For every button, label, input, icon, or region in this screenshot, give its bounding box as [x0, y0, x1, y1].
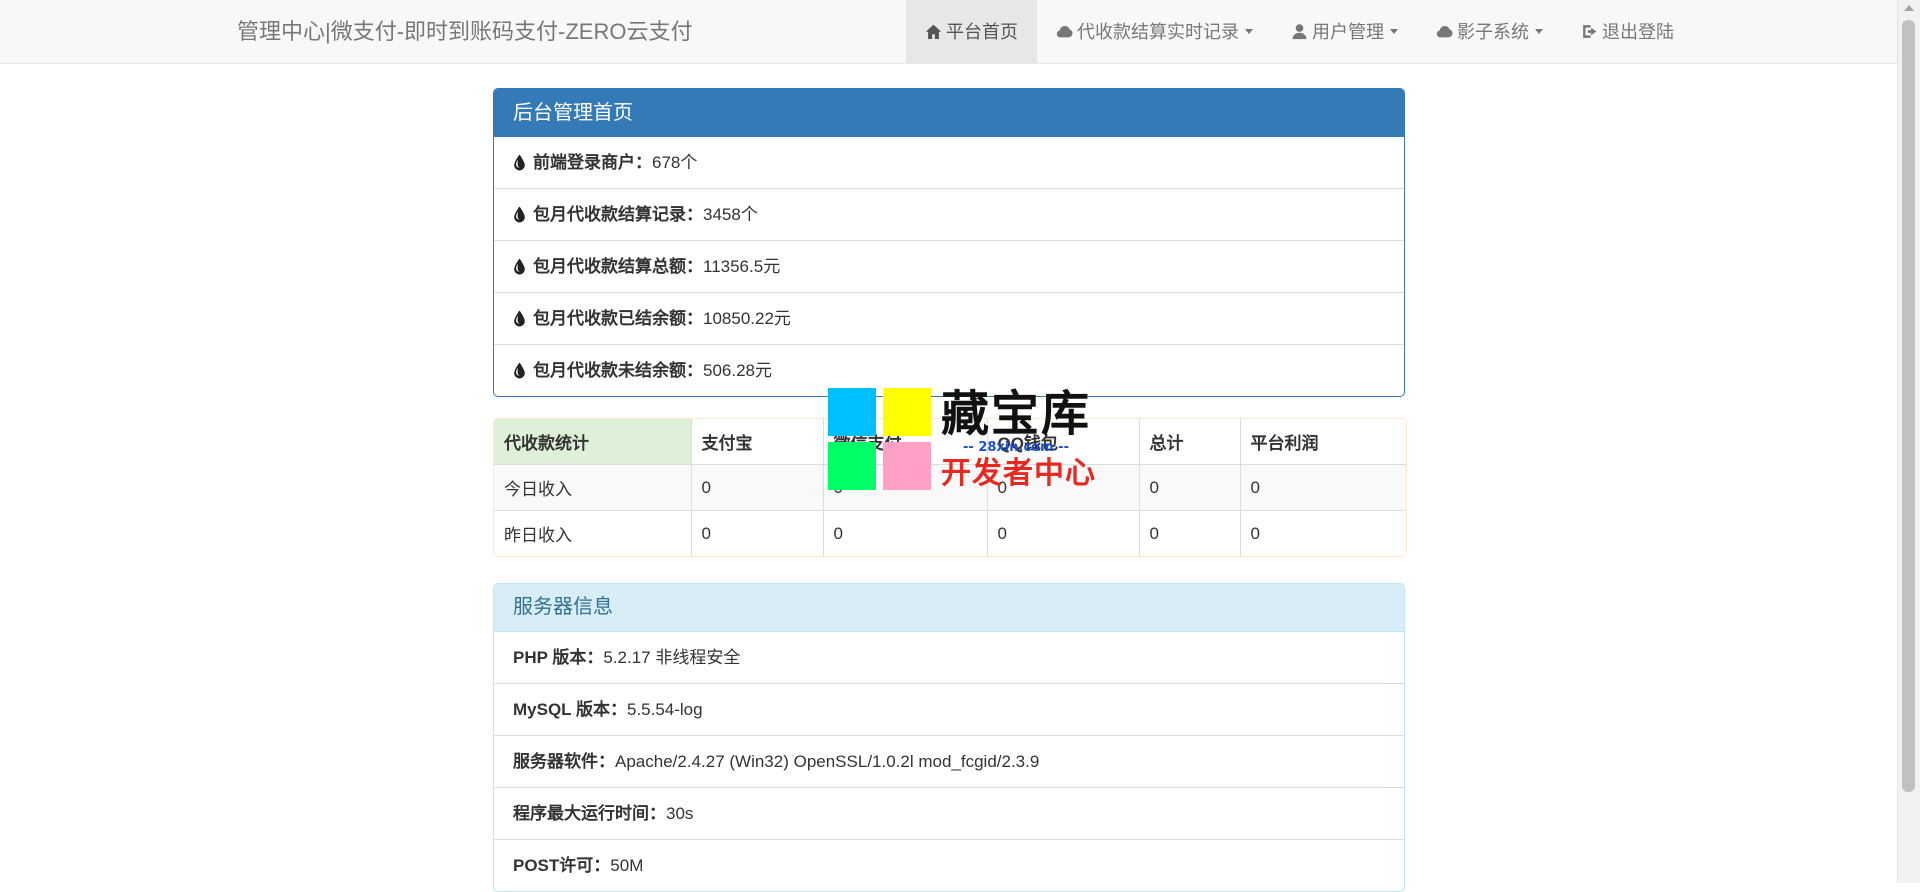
- table-cell: 0: [987, 510, 1140, 556]
- list-item: MySQL 版本： 5.5.54-log: [494, 683, 1404, 735]
- item-value: 506.28元: [703, 361, 772, 380]
- tint-icon: [514, 258, 525, 275]
- nav-item-home[interactable]: 平台首页: [906, 0, 1037, 63]
- server-panel-list: PHP 版本： 5.2.17 非线程安全 MySQL 版本： 5.5.54-lo…: [494, 632, 1404, 891]
- table-cell: 今日收入: [494, 464, 692, 511]
- logout-icon: [1583, 25, 1597, 38]
- top-navbar: 管理中心|微支付-即时到账码支付-ZERO云支付 平台首页 代收款结算实时记录 …: [0, 0, 1898, 64]
- home-icon: [925, 24, 942, 39]
- cloud-icon: [1436, 25, 1453, 38]
- table-cell: 0: [691, 464, 824, 511]
- nav-item-settlement-records[interactable]: 代收款结算实时记录: [1037, 0, 1272, 63]
- nav-item-label: 平台首页: [946, 21, 1018, 42]
- vertical-scrollbar[interactable]: [1897, 0, 1920, 883]
- nav-item-shadow-system[interactable]: 影子系统: [1417, 0, 1562, 63]
- item-label: 包月代收款已结余额：: [533, 309, 703, 328]
- list-item: 服务器软件： Apache/2.4.27 (Win32) OpenSSL/1.0…: [494, 735, 1404, 787]
- item-value: 50M: [610, 856, 644, 875]
- admin-home-panel: 后台管理首页 前端登录商户： 678个 包月代收款结算记录： 3458个 包月代…: [493, 88, 1405, 397]
- admin-panel-container: 后台管理首页 前端登录商户： 678个 包月代收款结算记录： 3458个 包月代…: [493, 88, 1405, 397]
- item-value: 3458个: [703, 205, 758, 224]
- table-row: 昨日收入 0 0 0 0 0: [494, 510, 1406, 556]
- table-cell: 0: [823, 510, 988, 556]
- tint-icon: [514, 154, 525, 171]
- list-item: 前端登录商户： 678个: [494, 137, 1404, 188]
- caret-down-icon: [1390, 29, 1398, 34]
- item-value: 678个: [652, 153, 698, 172]
- admin-panel-list: 前端登录商户： 678个 包月代收款结算记录： 3458个 包月代收款结算总额：…: [494, 137, 1404, 396]
- nav-item-label: 退出登陆: [1602, 21, 1674, 42]
- item-label: MySQL 版本：: [513, 700, 627, 719]
- item-value: 10850.22元: [703, 309, 791, 328]
- item-label: 包月代收款结算总额：: [533, 257, 703, 276]
- watermark-subtitle: 开发者中心: [941, 456, 1096, 491]
- tint-icon: [514, 362, 525, 379]
- admin-panel-title: 后台管理首页: [494, 89, 1404, 137]
- nav-item-label: 用户管理: [1312, 21, 1384, 42]
- table-cell: 0: [1139, 510, 1241, 556]
- scrollbar-thumb[interactable]: [1902, 20, 1915, 792]
- item-value: 5.5.54-log: [626, 700, 703, 719]
- item-label: 包月代收款结算记录：: [533, 205, 703, 224]
- list-item: 包月代收款结算总额： 11356.5元: [494, 240, 1404, 292]
- tint-icon: [514, 310, 525, 327]
- item-label: 程序最大运行时间：: [513, 804, 666, 823]
- watermark-url: -- 28xin.com --: [963, 440, 1069, 455]
- server-panel-container: 服务器信息 PHP 版本： 5.2.17 非线程安全 MySQL 版本： 5.5…: [493, 583, 1405, 892]
- item-label: 前端登录商户：: [533, 153, 652, 172]
- item-label: 包月代收款未结余额：: [533, 361, 703, 380]
- item-value: Apache/2.4.27 (Win32) OpenSSL/1.0.2l mod…: [615, 752, 1040, 771]
- list-item: PHP 版本： 5.2.17 非线程安全: [494, 632, 1404, 683]
- watermark-square: [883, 442, 931, 490]
- list-item: 包月代收款已结余额： 10850.22元: [494, 292, 1404, 344]
- watermark-logo: 藏宝库 -- 28xin.com -- 开发者中心: [826, 388, 1096, 494]
- list-item: 程序最大运行时间： 30s: [494, 787, 1404, 839]
- table-header-cell: 支付宝: [691, 419, 824, 465]
- item-label: 服务器软件：: [513, 752, 615, 771]
- navbar-menu: 平台首页 代收款结算实时记录 用户管理 影子系统 退出登陆: [906, 0, 1693, 63]
- list-item: 包月代收款结算记录： 3458个: [494, 188, 1404, 240]
- table-cell: 昨日收入: [494, 510, 692, 556]
- table-header-cell: 代收款统计: [494, 419, 692, 465]
- navbar-brand[interactable]: 管理中心|微支付-即时到账码支付-ZERO云支付: [237, 0, 692, 63]
- user-icon: [1292, 24, 1307, 40]
- nav-item-label: 代收款结算实时记录: [1077, 21, 1239, 42]
- server-panel-title: 服务器信息: [494, 584, 1404, 632]
- table-cell: 0: [1240, 510, 1406, 556]
- table-cell: 0: [1139, 464, 1241, 511]
- table-header-cell: 平台利润: [1250, 434, 1319, 453]
- caret-down-icon: [1535, 29, 1543, 34]
- table-cell: 0: [691, 510, 824, 556]
- item-label: POST许可：: [513, 856, 611, 875]
- table-cell: 0: [1240, 464, 1406, 511]
- item-value: 30s: [666, 804, 694, 823]
- item-value: 5.2.17 非线程安全: [603, 648, 741, 667]
- server-info-panel: 服务器信息 PHP 版本： 5.2.17 非线程安全 MySQL 版本： 5.5…: [493, 583, 1405, 892]
- watermark-square: [883, 388, 931, 436]
- caret-down-icon: [1245, 29, 1253, 34]
- nav-item-logout[interactable]: 退出登陆: [1562, 0, 1693, 63]
- item-label: PHP 版本：: [513, 648, 604, 667]
- table-header-cell: 总计: [1139, 419, 1241, 465]
- nav-item-user-management[interactable]: 用户管理: [1272, 0, 1417, 63]
- nav-item-label: 影子系统: [1457, 21, 1529, 42]
- watermark-title: 藏宝库: [941, 386, 1092, 442]
- scroll-up-arrow-icon[interactable]: [1904, 5, 1914, 11]
- list-item: POST许可： 50M: [494, 839, 1404, 891]
- watermark-square: [828, 388, 876, 436]
- cloud-icon: [1056, 25, 1073, 38]
- watermark-square: [828, 442, 876, 490]
- tint-icon: [514, 206, 525, 223]
- item-value: 11356.5元: [703, 257, 781, 276]
